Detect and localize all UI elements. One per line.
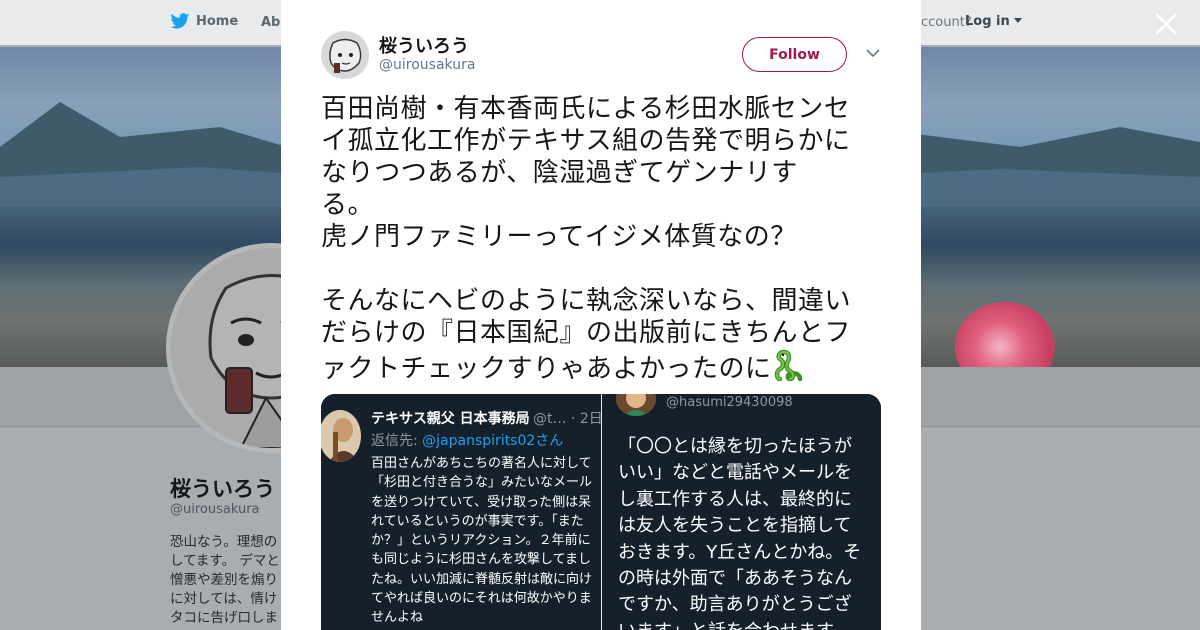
tweet-blank-line	[321, 253, 891, 285]
bio-line: タコに告げ口しま	[170, 610, 278, 626]
quoted-user-name: テキサス親父 日本事務局	[371, 411, 530, 427]
nav-home-link[interactable]: Home	[170, 13, 238, 30]
reply-to-line: 返信先: @japanspirits02さん	[371, 430, 563, 450]
quoted-user-meta: @t… · 2日	[533, 411, 601, 427]
chevron-down-icon[interactable]	[866, 48, 880, 58]
cartoon-face-illustration	[321, 31, 369, 79]
quoted-tweet-body: 「〇〇とは縁を切ったほうが いい」などと電話やメールを し裏工作する人は、最終的…	[618, 436, 862, 630]
quoted-user-avatar	[616, 394, 656, 416]
bio-line: 憎悪や差別を煽り	[170, 572, 278, 588]
tweet-media-screenshots[interactable]: テキサス親父 日本事務局 @t… · 2日 返信先: @japanspirits…	[321, 394, 881, 630]
bio-line: に対しては、情け	[170, 591, 278, 607]
nav-home-label: Home	[196, 14, 239, 29]
profile-bio: 恐山なう。理想の してます。 デマと 憎悪や差別を煽り に対しては、情け タコに…	[170, 533, 290, 628]
quoted-tweet-body: 百田さんがあちこちの著名人に対して 「杉田と付き合うな」みたいなメール を送りつ…	[371, 456, 593, 626]
author-avatar[interactable]	[321, 31, 369, 79]
profile-name: 桜ういろう	[170, 477, 275, 501]
quoted-user-avatar	[321, 410, 361, 462]
nav-login-label: Log in	[965, 14, 1010, 29]
snake-emoji-icon	[774, 349, 802, 382]
person-photo	[616, 394, 656, 416]
tweet-line: ァクトチェックすりゃあよかったのに	[321, 354, 772, 384]
reply-mention: @japanspirits02さん	[422, 433, 564, 449]
nav-login-link[interactable]: Log in	[965, 14, 1023, 29]
tweet-line: だらけの『日本国紀』の出版前にきちんとフ	[321, 318, 852, 348]
reply-prefix: 返信先:	[371, 433, 423, 449]
tweet-line-last: ァクトチェックすりゃあよかったのに	[321, 349, 891, 385]
chevron-down-icon	[1014, 18, 1023, 23]
tweet-modal: 桜ういろう @uirousakura Follow 百田尚樹・有本香両氏による杉…	[281, 0, 921, 630]
tweet-line: イ孤立化工作がテキサス組の告発で明らかに	[321, 126, 851, 156]
tweet-line: る。	[321, 190, 375, 220]
person-photo	[321, 410, 361, 462]
quoted-user-handle: @hasumi29430098	[666, 395, 793, 410]
media-image-right[interactable]: @hasumi29430098 「〇〇とは縁を切ったほうが いい」などと電話やメ…	[602, 394, 881, 630]
media-image-left[interactable]: テキサス親父 日本事務局 @t… · 2日 返信先: @japanspirits…	[321, 394, 601, 630]
bio-line: 恐山なう。理想の	[170, 534, 278, 550]
bio-line: してます。 デマと	[170, 553, 280, 569]
twitter-bird-icon	[170, 13, 190, 29]
follow-button[interactable]: Follow	[742, 37, 847, 72]
tweet-line: そんなにヘビのように執念深いなら、間違い	[321, 286, 852, 316]
tweet-text: 百田尚樹・有本香両氏による杉田水脈センセ イ孤立化工作がテキサス組の告発で明らか…	[321, 93, 891, 385]
tweet-line: 百田尚樹・有本香両氏による杉田水脈センセ	[321, 94, 851, 124]
author-handle[interactable]: @uirousakura	[379, 57, 475, 73]
profile-handle: @uirousakura	[170, 502, 260, 517]
flower-decoration	[955, 302, 1055, 367]
close-icon[interactable]	[1152, 10, 1180, 38]
author-name[interactable]: 桜ういろう	[379, 32, 469, 58]
tweet-line: 虎ノ門ファミリーってイジメ体質なの？	[321, 222, 797, 252]
tweet-line: なりつつあるが、陰湿過ぎてゲンナリす	[321, 158, 798, 188]
